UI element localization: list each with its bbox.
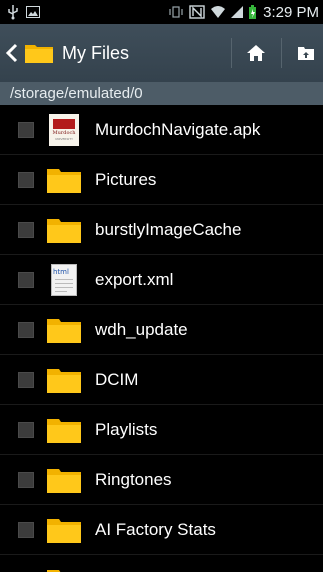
apk-icon: Murdoch UNIVERSITY xyxy=(46,112,82,148)
home-button[interactable] xyxy=(232,24,280,82)
select-checkbox[interactable] xyxy=(18,271,34,288)
file-name: burstlyImageCache xyxy=(95,219,242,239)
select-checkbox[interactable] xyxy=(18,521,34,538)
select-checkbox[interactable] xyxy=(18,371,34,388)
usb-icon xyxy=(8,5,18,20)
select-checkbox[interactable] xyxy=(18,321,34,338)
folder-row-partial[interactable] xyxy=(0,555,323,572)
file-name: Pictures xyxy=(95,169,157,189)
status-bar: 3:29 PM xyxy=(0,0,323,24)
folder-row[interactable]: DCIM xyxy=(0,355,323,405)
folder-icon xyxy=(46,412,82,448)
wifi-icon xyxy=(211,6,226,18)
file-row[interactable]: Murdoch UNIVERSITY MurdochNavigate.apk xyxy=(0,105,323,155)
folder-icon xyxy=(46,312,82,348)
file-name: DCIM xyxy=(95,369,139,389)
chevron-left-icon[interactable] xyxy=(4,42,20,64)
file-name: AI Factory Stats xyxy=(95,519,216,539)
folder-icon xyxy=(46,462,82,498)
folder-row[interactable]: Playlists xyxy=(0,405,323,455)
nfc-icon xyxy=(189,5,205,19)
folder-icon xyxy=(46,162,82,198)
select-checkbox[interactable] xyxy=(18,221,34,238)
action-bar: My Files xyxy=(0,24,323,82)
file-name: export.xml xyxy=(95,269,174,289)
folder-icon xyxy=(46,563,82,572)
select-checkbox[interactable] xyxy=(18,471,34,488)
file-row[interactable]: html export.xml xyxy=(0,255,323,305)
folder-row[interactable]: Ringtones xyxy=(0,455,323,505)
select-checkbox[interactable] xyxy=(18,421,34,438)
folder-up-icon xyxy=(298,47,314,60)
select-checkbox[interactable] xyxy=(18,171,34,188)
file-name: wdh_update xyxy=(95,319,188,339)
vibrate-icon xyxy=(169,6,183,18)
folder-icon xyxy=(46,362,82,398)
battery-charging-icon xyxy=(249,4,257,19)
folder-row[interactable]: wdh_update xyxy=(0,305,323,355)
folder-icon xyxy=(25,45,53,63)
folder-up-button[interactable] xyxy=(282,24,323,82)
folder-icon xyxy=(46,212,82,248)
page-title: My Files xyxy=(62,42,129,63)
current-path: /storage/emulated/0 xyxy=(10,85,143,102)
folder-row[interactable]: burstlyImageCache xyxy=(0,205,323,255)
path-bar: /storage/emulated/0 xyxy=(0,82,323,105)
home-icon xyxy=(247,45,265,61)
file-name: Playlists xyxy=(95,419,158,439)
clock: 3:29 PM xyxy=(263,3,319,21)
file-name: Ringtones xyxy=(95,469,172,489)
folder-row[interactable]: Pictures xyxy=(0,155,323,205)
file-name: MurdochNavigate.apk xyxy=(95,119,261,139)
signal-icon xyxy=(231,6,244,18)
folder-row[interactable]: AI Factory Stats xyxy=(0,505,323,555)
folder-icon xyxy=(46,512,82,548)
gallery-notification-icon xyxy=(26,6,40,18)
select-checkbox[interactable] xyxy=(18,121,34,138)
html-file-icon: html xyxy=(46,262,82,298)
